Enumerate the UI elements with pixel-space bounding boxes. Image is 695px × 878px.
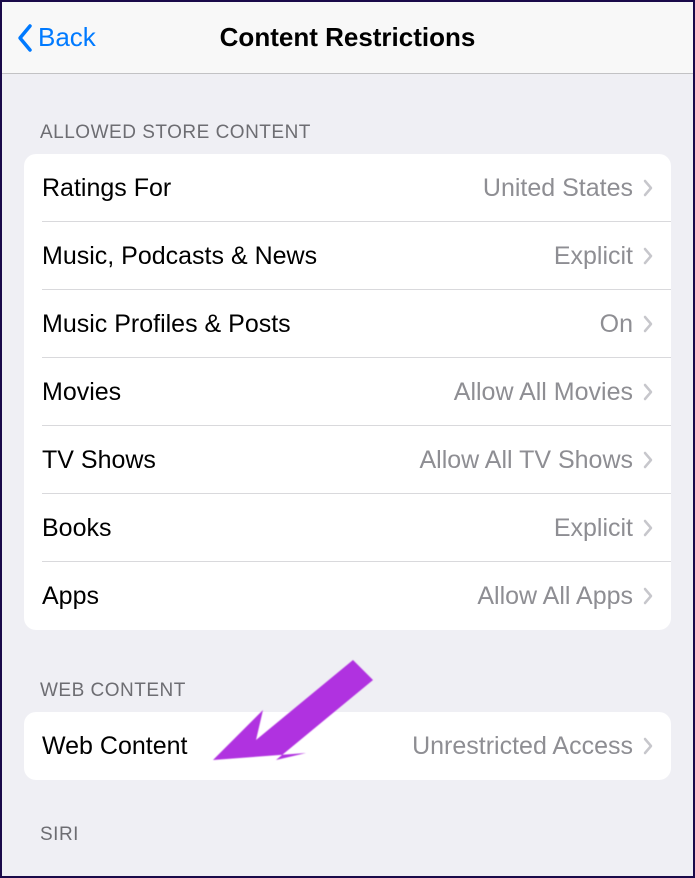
chevron-right-icon: [643, 519, 653, 537]
row-value: Explicit: [554, 242, 633, 271]
row-value: Allow All TV Shows: [419, 446, 633, 475]
back-button[interactable]: Back: [2, 22, 96, 53]
section-header-siri: SIRI: [2, 780, 693, 856]
row-label: Apps: [42, 582, 477, 611]
row-value: Explicit: [554, 514, 633, 543]
row-label: Ratings For: [42, 174, 483, 203]
row-label: Books: [42, 514, 554, 543]
chevron-right-icon: [643, 587, 653, 605]
content-area: ALLOWED STORE CONTENT Ratings For United…: [2, 74, 693, 856]
chevron-right-icon: [643, 179, 653, 197]
row-apps[interactable]: Apps Allow All Apps: [24, 562, 671, 630]
row-music-profiles-posts[interactable]: Music Profiles & Posts On: [24, 290, 671, 358]
row-label: Music, Podcasts & News: [42, 242, 554, 271]
row-movies[interactable]: Movies Allow All Movies: [24, 358, 671, 426]
list-group-allowed-store: Ratings For United States Music, Podcast…: [24, 154, 671, 630]
row-value: Allow All Movies: [454, 378, 633, 407]
row-value: Allow All Apps: [477, 582, 633, 611]
row-value: On: [600, 310, 633, 339]
row-web-content[interactable]: Web Content Unrestricted Access: [24, 712, 671, 780]
page-title: Content Restrictions: [2, 22, 693, 53]
navigation-bar: Back Content Restrictions: [2, 2, 693, 74]
chevron-right-icon: [643, 383, 653, 401]
chevron-right-icon: [643, 247, 653, 265]
section-header-web-content: WEB CONTENT: [2, 630, 693, 712]
chevron-right-icon: [643, 315, 653, 333]
row-tv-shows[interactable]: TV Shows Allow All TV Shows: [24, 426, 671, 494]
row-value: United States: [483, 174, 633, 203]
section-header-allowed-store: ALLOWED STORE CONTENT: [2, 74, 693, 154]
chevron-right-icon: [643, 451, 653, 469]
row-value: Unrestricted Access: [412, 732, 633, 761]
row-ratings-for[interactable]: Ratings For United States: [24, 154, 671, 222]
row-label: Music Profiles & Posts: [42, 310, 600, 339]
list-group-web-content: Web Content Unrestricted Access: [24, 712, 671, 780]
row-label: Web Content: [42, 732, 412, 761]
row-label: TV Shows: [42, 446, 419, 475]
row-label: Movies: [42, 378, 454, 407]
back-label: Back: [38, 22, 96, 53]
row-music-podcasts-news[interactable]: Music, Podcasts & News Explicit: [24, 222, 671, 290]
chevron-right-icon: [643, 737, 653, 755]
chevron-left-icon: [16, 23, 34, 53]
row-books[interactable]: Books Explicit: [24, 494, 671, 562]
